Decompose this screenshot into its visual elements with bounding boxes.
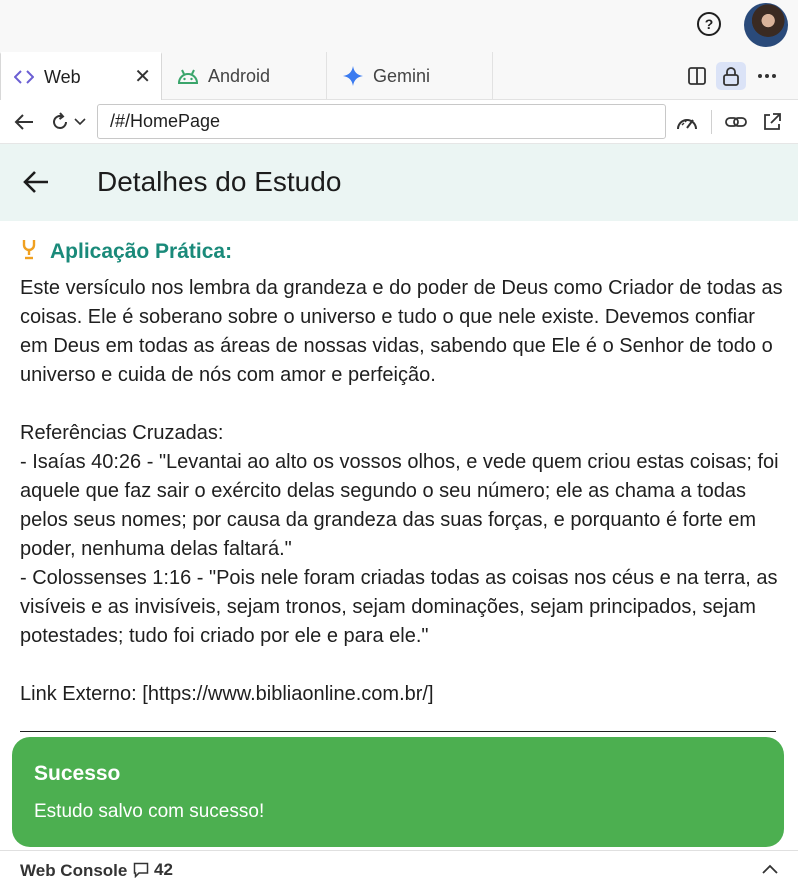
study-body-text: Este versículo nos lembra da grandeza e … <box>20 277 783 705</box>
more-options-icon[interactable] <box>754 62 780 90</box>
url-input[interactable]: /#/HomePage <box>97 104 666 139</box>
success-snackbar: Sucesso Estudo salvo com sucesso! <box>12 737 784 847</box>
page-title: Detalhes do Estudo <box>97 166 342 197</box>
tab-label: Android <box>208 65 271 86</box>
tab-label: Web <box>44 66 81 87</box>
section-title: Aplicação Prática: <box>50 239 233 263</box>
chevron-down-icon[interactable] <box>73 110 87 134</box>
close-icon[interactable]: ✕ <box>134 67 151 87</box>
lock-icon[interactable] <box>716 62 746 90</box>
section-header: Aplicação Prática: <box>20 238 232 265</box>
tab-bar: Web ✕ Android Gemini <box>0 52 798 100</box>
snackbar-title: Sucesso <box>34 762 121 785</box>
lightbulb-icon <box>20 238 38 265</box>
chevron-up-icon[interactable] <box>762 861 778 879</box>
tab-gemini[interactable]: Gemini <box>328 52 493 100</box>
divider <box>711 110 712 134</box>
snackbar-message: Estudo salvo com sucesso! <box>34 801 265 822</box>
tab-android[interactable]: Android <box>163 52 327 100</box>
top-bar: ? <box>0 0 798 52</box>
avatar[interactable] <box>744 3 788 47</box>
reload-icon[interactable] <box>49 110 71 134</box>
split-view-icon[interactable] <box>684 62 710 90</box>
gemini-sparkle-icon <box>342 65 364 87</box>
console-message-count: 42 <box>133 860 173 880</box>
android-icon <box>177 68 199 84</box>
console-label: Web Console <box>20 861 128 880</box>
address-bar: /#/HomePage <box>0 100 798 144</box>
console-count: 42 <box>154 860 173 879</box>
tab-label: Gemini <box>373 65 431 86</box>
web-console-bar[interactable]: Web Console 42 <box>0 850 798 886</box>
back-icon[interactable] <box>12 110 36 134</box>
code-icon <box>13 69 35 85</box>
text-field-underline <box>20 731 776 732</box>
comment-icon <box>133 862 149 878</box>
performance-gauge-icon[interactable] <box>674 110 700 134</box>
open-external-icon[interactable] <box>760 110 784 134</box>
help-icon[interactable]: ? <box>697 12 721 36</box>
back-arrow-icon[interactable] <box>22 169 50 200</box>
tab-web[interactable]: Web ✕ <box>0 52 162 100</box>
app-header: Detalhes do Estudo <box>0 144 798 221</box>
link-icon[interactable] <box>724 110 748 134</box>
